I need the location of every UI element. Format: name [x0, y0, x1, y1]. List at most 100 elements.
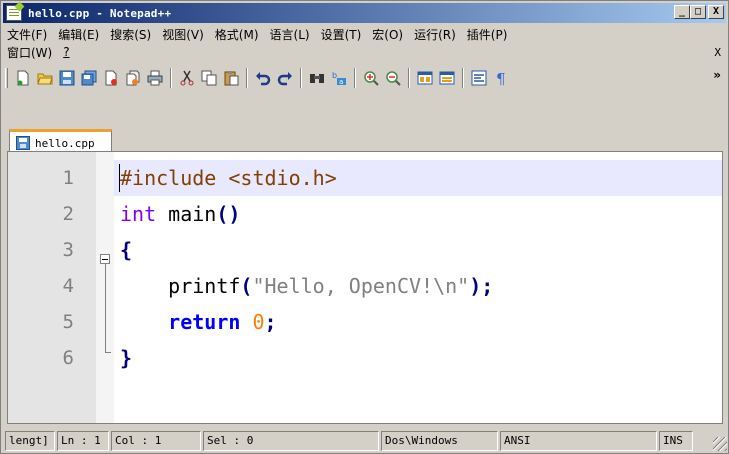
- keyword-token: return: [168, 310, 241, 334]
- menu-row-2: 窗口(W) ?: [5, 43, 725, 61]
- menu-edit[interactable]: 编辑(E): [53, 26, 105, 43]
- line-content[interactable]: int main(): [120, 196, 240, 232]
- sync-v-icon[interactable]: [415, 68, 435, 88]
- close-all-icon[interactable]: [123, 68, 143, 88]
- status-column: Col : 1: [111, 431, 201, 451]
- number-token: 0: [240, 310, 265, 334]
- title-bar[interactable]: hello.cpp - Notepad++ _ □ X: [3, 3, 726, 23]
- operator-token: (: [240, 274, 253, 298]
- status-encoding[interactable]: ANSI: [500, 431, 657, 451]
- status-selection: Sel : 0: [203, 431, 379, 451]
- identifier-token: printf: [168, 274, 241, 298]
- menu-view[interactable]: 视图(V): [157, 26, 210, 43]
- resize-grip-icon[interactable]: [713, 437, 727, 451]
- code-line: 4 printf("Hello, OpenCV!\n");: [8, 268, 722, 304]
- menu-row-1: 文件(F) 编辑(E) 搜索(S) 视图(V) 格式(M) 语言(L) 设置(T…: [5, 25, 725, 43]
- show-all-chars-icon[interactable]: ¶: [491, 68, 511, 88]
- menu-search[interactable]: 搜索(S): [105, 26, 157, 43]
- toolbar-separator: [170, 68, 172, 88]
- svg-text:b: b: [332, 71, 337, 80]
- window-controls: _ □ X: [674, 5, 724, 19]
- redo-icon[interactable]: [275, 68, 295, 88]
- zoom-in-icon[interactable]: [361, 68, 381, 88]
- save-icon[interactable]: [57, 68, 77, 88]
- status-line: Ln : 1: [57, 431, 109, 451]
- toolbar-separator: [300, 68, 302, 88]
- line-number: 5: [62, 311, 74, 333]
- code-line: 2 int main(): [8, 196, 722, 232]
- maximize-button[interactable]: □: [690, 5, 706, 19]
- status-eol-format[interactable]: Dos\Windows: [381, 431, 498, 451]
- line-number: 1: [62, 167, 74, 189]
- editor-bottom-edge: [7, 424, 723, 428]
- undo-icon[interactable]: [253, 68, 273, 88]
- menu-settings[interactable]: 设置(T): [316, 26, 368, 43]
- line-content[interactable]: }: [120, 340, 132, 376]
- toolbar-separator: [246, 68, 248, 88]
- save-all-icon[interactable]: [79, 68, 99, 88]
- line-content[interactable]: #include <stdio.h>: [120, 160, 337, 196]
- code-editor[interactable]: 1 #include <stdio.h> 2 int main() 3 { 4 …: [7, 151, 723, 424]
- identifier-token: main: [156, 202, 217, 226]
- line-number: 6: [62, 347, 74, 369]
- zoom-out-icon[interactable]: [383, 68, 403, 88]
- open-icon[interactable]: [35, 68, 55, 88]
- tab-label: hello.cpp: [35, 136, 95, 150]
- close-document-button[interactable]: X: [714, 46, 721, 59]
- line-content[interactable]: return 0;: [120, 304, 277, 340]
- line-number: 2: [62, 203, 74, 225]
- line-content[interactable]: {: [120, 232, 132, 268]
- line-number: 4: [62, 275, 74, 297]
- menu-help[interactable]: ?: [58, 45, 75, 59]
- preprocessor-token: #include <stdio.h>: [120, 166, 337, 190]
- minimize-button[interactable]: _: [674, 5, 690, 19]
- cut-icon[interactable]: [177, 68, 197, 88]
- code-line: 5 return 0;: [8, 304, 722, 340]
- replace-icon[interactable]: ba: [329, 68, 349, 88]
- sync-h-icon[interactable]: [437, 68, 457, 88]
- toolbar-overflow-button[interactable]: »: [713, 68, 721, 82]
- menu-window[interactable]: 窗口(W): [5, 44, 58, 61]
- print-icon[interactable]: [145, 68, 165, 88]
- operator-token: ;: [264, 310, 277, 334]
- status-length: lengt]: [5, 431, 55, 451]
- string-token: "Hello, OpenCV!\n": [252, 274, 470, 298]
- saved-file-icon: [16, 136, 30, 150]
- new-icon[interactable]: [13, 68, 33, 88]
- toolbar-grip[interactable]: [5, 68, 8, 88]
- menu-format[interactable]: 格式(M): [210, 26, 265, 43]
- code-line: 6 }: [8, 340, 722, 376]
- line-content[interactable]: printf("Hello, OpenCV!\n");: [120, 268, 493, 304]
- toolbar-separator: [354, 68, 356, 88]
- notepadpp-app-icon[interactable]: [6, 5, 22, 21]
- toolbar: ba ¶ »: [5, 65, 721, 91]
- close-icon[interactable]: [101, 68, 121, 88]
- code-line: 3 {: [8, 232, 722, 268]
- menu-run[interactable]: 运行(R): [409, 26, 462, 43]
- word-wrap-icon[interactable]: [469, 68, 489, 88]
- status-bar: lengt] Ln : 1 Col : 1 Sel : 0 Dos\Window…: [5, 431, 727, 451]
- close-button[interactable]: X: [708, 5, 724, 19]
- menu-plugins[interactable]: 插件(P): [462, 26, 514, 43]
- code-line: 1 #include <stdio.h>: [8, 160, 722, 196]
- svg-text:¶: ¶: [496, 70, 506, 86]
- menu-file[interactable]: 文件(F): [5, 26, 53, 43]
- status-insert-mode[interactable]: INS: [659, 431, 693, 451]
- type-keyword-token: int: [120, 202, 157, 226]
- document-tab-bar: hello.cpp: [5, 129, 725, 154]
- notepadpp-window: hello.cpp - Notepad++ _ □ X 文件(F) 编辑(E) …: [0, 0, 729, 454]
- menu-macro[interactable]: 宏(O): [367, 26, 409, 43]
- toolbar-separator: [408, 68, 410, 88]
- text-caret: [119, 164, 120, 192]
- find-icon[interactable]: [307, 68, 327, 88]
- menu-language[interactable]: 语言(L): [265, 26, 316, 43]
- operator-token: );: [469, 274, 494, 298]
- operator-token: }: [120, 346, 133, 370]
- paste-icon[interactable]: [221, 68, 241, 88]
- copy-icon[interactable]: [199, 68, 219, 88]
- operator-token: (): [216, 202, 241, 226]
- svg-text:a: a: [339, 78, 343, 86]
- window-title: hello.cpp - Notepad++: [28, 6, 172, 20]
